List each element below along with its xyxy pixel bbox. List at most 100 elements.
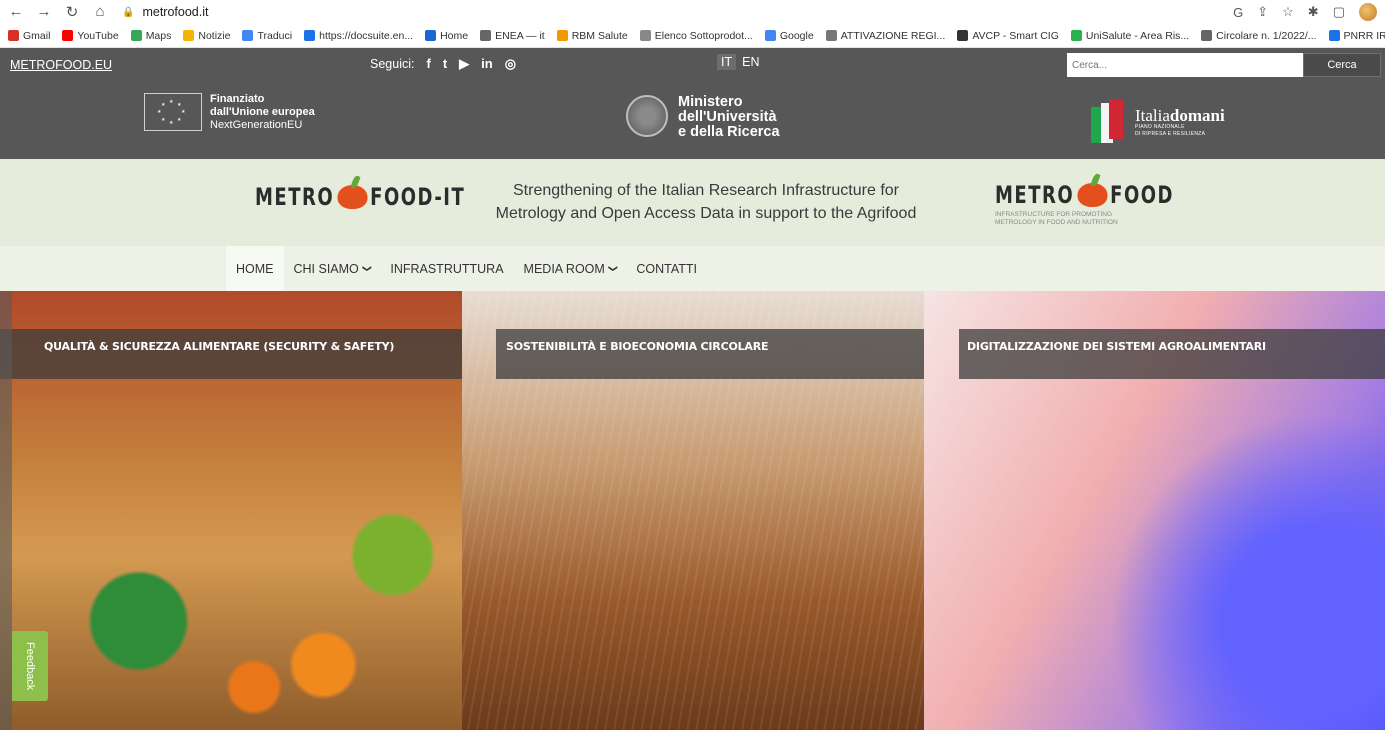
circolare-icon [1201,30,1213,41]
activation-icon [825,30,837,41]
logo-right-food: FOOD [1110,181,1174,209]
translate-icon [242,30,254,41]
italiadomani-text: Italiadomani PIANO NAZIONALE DI RIPRESA … [1135,107,1225,138]
nav-infrastruttura[interactable]: INFRASTRUTTURA [380,246,513,291]
forward-arrow-icon[interactable]: → [36,3,52,21]
google-lens-icon[interactable]: G [1233,5,1243,20]
facebook-icon[interactable]: f [426,56,430,72]
search-button[interactable]: Cerca [1303,53,1381,77]
bookmark-item[interactable]: UniSalute - Area Ris... [1070,30,1189,42]
bookmark-item[interactable]: Traduci [242,30,292,42]
metrofood-logo-mark: METRO FOOD [995,181,1174,209]
twitter-icon[interactable]: t [443,56,447,72]
linkedin-icon[interactable]: in [481,56,493,72]
nav-home[interactable]: HOME [226,246,284,291]
bookmark-item[interactable]: AVCP - Smart CIG [957,30,1059,42]
lang-en[interactable]: EN [738,54,763,70]
news-icon [183,30,195,41]
hero-panels: QUALITÀ & SICUREZZA ALIMENTARE (SECURITY… [0,291,1385,730]
nav-media-room-label: MEDIA ROOM [523,261,605,276]
project-header: METRO FOOD-IT Strengthening of the Itali… [0,159,1385,246]
italia-sub-1: PIANO NAZIONALE [1135,123,1185,130]
instagram-icon[interactable]: ◎ [505,56,516,72]
chevron-down-icon: ❯ [608,264,619,273]
list-icon [639,30,651,41]
site-search: Cerca [1067,53,1381,77]
back-arrow-icon[interactable]: ← [8,3,24,21]
nav-contatti-label: CONTATTI [636,261,697,276]
gmail-icon [8,30,19,41]
bookmark-item[interactable]: PNRR IR - METROF... [1328,30,1385,42]
docsuite-icon [304,30,316,41]
eu-line-1: Finanziato [210,93,265,105]
youtube-social-icon[interactable]: ▶ [459,56,469,72]
cloud-icon [1328,30,1340,41]
bookmark-item[interactable]: Elenco Sottoprodot... [639,30,753,42]
enea-icon [480,30,492,41]
bookmark-item[interactable]: RBM Salute [556,30,628,42]
main-navigation: HOME CHI SIAMO ❯ INFRASTRUTTURA MEDIA ROO… [0,246,1385,291]
sidepanel-icon[interactable]: ▢ [1333,4,1345,20]
feedback-tab[interactable]: Feedback [12,631,48,701]
panel-food-security[interactable]: QUALITÀ & SICUREZZA ALIMENTARE (SECURITY… [0,291,462,730]
profile-avatar[interactable] [1359,3,1377,21]
bookmark-item[interactable]: YouTube [62,30,119,42]
browser-nav: ← → ↻ ⌂ [8,3,108,21]
panel-title[interactable]: DIGITALIZZAZIONE DEI SISTEMI AGROALIMENT… [959,329,1385,379]
tomato-icon [337,185,368,209]
tagline-line-1: Strengthening of the Italian Research In… [513,182,899,199]
nav-contatti[interactable]: CONTATTI [626,246,707,291]
bookmark-item[interactable]: Notizie [183,30,230,42]
logo-left-food: FOOD-IT [370,183,466,211]
eu-funding-text: Finanziato dall'Unione europea NextGener… [210,93,315,132]
bookmark-item[interactable]: Gmail [8,30,50,42]
avcp-icon [957,30,969,41]
panel-title[interactable]: QUALITÀ & SICUREZZA ALIMENTARE (SECURITY… [0,329,462,379]
panel-edge [0,291,12,730]
browser-toolbar: ← → ↻ ⌂ 🔒 metrofood.it G ⇪ ☆ ✱ ▢ [0,0,1385,24]
subtitle-line-1: INFRASTRUCTURE FOR PROMOTING [995,211,1112,218]
nav-media-room[interactable]: MEDIA ROOM ❯ [514,246,627,291]
metrofood-eu-link[interactable]: METROFOOD.EU [10,58,112,72]
bookmark-item[interactable]: ATTIVAZIONE REGI... [825,30,945,42]
language-switcher: IT EN [717,54,763,70]
logo-left-metro: METRO [255,183,335,211]
bookmark-item[interactable]: Circolare n. 1/2022/... [1201,30,1317,42]
panel-digitalization[interactable]: DIGITALIZZAZIONE DEI SISTEMI AGROALIMENT… [924,291,1385,730]
bookmark-item[interactable]: ENEA — it [480,30,545,42]
eu-funding-logo: ★ ★ ★ ★ ★ ★ ★ ★ Finanziato dall'Unione europe… [144,93,315,132]
eu-line-2: dall'Unione europea [210,106,315,118]
reload-icon[interactable]: ↻ [64,3,80,21]
mur-line-2: dell'Università [678,109,777,125]
tagline-line-2: Metrology and Open Access Data in suppor… [495,205,917,222]
nav-chi-siamo-label: CHI SIAMO [293,261,359,276]
metrofood-ri-logo: METRO FOOD INFRASTRUCTURE FOR PROMOTING … [995,181,1234,227]
nav-chi-siamo[interactable]: CHI SIAMO ❯ [284,246,381,291]
share-icon[interactable]: ⇪ [1257,4,1268,20]
home-icon[interactable]: ⌂ [92,3,108,21]
panel-title[interactable]: SOSTENIBILITÀ E BIOECONOMIA CIRCOLARE [496,329,924,379]
subtitle-line-2: METROLOGY IN FOOD AND NUTRITION [995,219,1118,226]
bookmark-item[interactable]: https://docsuite.en... [304,30,413,42]
extensions-icon[interactable]: ✱ [1308,4,1319,20]
search-input[interactable] [1067,53,1303,77]
tomato-icon [1077,183,1108,207]
panel-sustainability[interactable]: SOSTENIBILITÀ E BIOECONOMIA CIRCOLARE [462,291,924,730]
metrofood-it-logo[interactable]: METRO FOOD-IT [255,183,465,211]
lang-it[interactable]: IT [717,54,737,70]
social-icons: f t ▶ in ◎ [426,56,516,72]
mur-line-3: e della Ricerca [678,124,780,140]
eu-line-3: NextGenerationEU [210,119,303,131]
bookmark-item[interactable]: Google [764,30,814,42]
maps-icon [130,30,142,41]
site-topbar: METROFOOD.EU Seguici: f t ▶ in ◎ IT EN C… [0,48,1385,81]
italian-flag-icon [1073,99,1127,145]
bookmark-item[interactable]: Home [425,30,468,42]
metrofood-subtitle: INFRASTRUCTURE FOR PROMOTING METROLOGY I… [995,211,1234,227]
address-bar[interactable]: 🔒 metrofood.it [122,5,208,19]
star-icon[interactable]: ☆ [1282,4,1294,20]
italia-sub-2: DI RIPRESA E RESILIENZA [1135,130,1206,137]
bookmark-item[interactable]: Maps [130,30,171,42]
nav-infrastruttura-label: INFRASTRUTTURA [390,261,504,276]
project-tagline: Strengthening of the Italian Research In… [486,179,926,225]
